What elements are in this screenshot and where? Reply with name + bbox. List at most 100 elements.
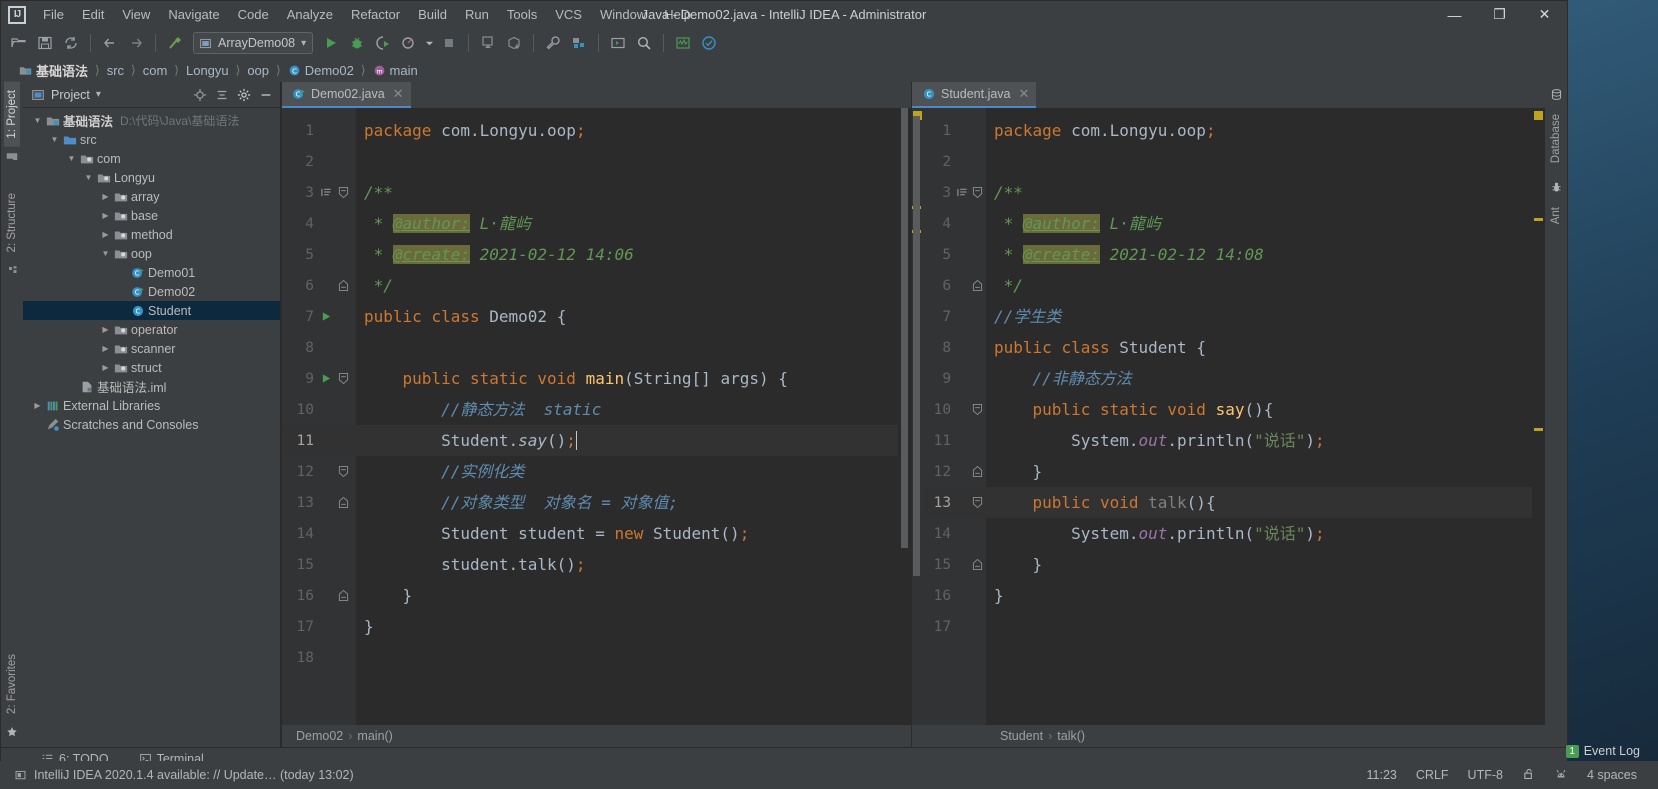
editor-scrollbar-right[interactable] (913, 116, 920, 576)
code-text-left[interactable]: package com.Longyu.oop; /** * @author: L… (356, 108, 898, 725)
breadcrumb-method-left[interactable]: main() (357, 729, 392, 743)
chevron-down-icon[interactable]: ▼ (48, 135, 61, 144)
close-icon[interactable]: ✕ (393, 86, 404, 102)
code-line[interactable]: //实例化类 (356, 456, 898, 487)
code-text-right[interactable]: package com.Longyu.oop; /** * @author: L… (986, 108, 1532, 725)
gutter-line[interactable]: 11 (282, 425, 356, 456)
tree-node-scanner[interactable]: ▶ scanner (23, 339, 280, 358)
breadcrumb-method-right[interactable]: talk() (1057, 729, 1085, 743)
gutter-left[interactable]: 1 2 3 4 5 6 7 8 9 10 11 12 13 14 15 16 17 18 (282, 108, 356, 725)
editor-scrollbar-left[interactable] (901, 108, 908, 548)
tree-node-base[interactable]: ▶ base (23, 206, 280, 225)
tree-node-longyu[interactable]: ▼ Longyu (23, 168, 280, 187)
code-line[interactable]: System.out.println("说话"); (986, 425, 1532, 456)
unlocked-padlock-icon[interactable] (1519, 766, 1538, 785)
fold-end-icon[interactable] (970, 558, 986, 571)
chevron-right-icon[interactable]: ▶ (99, 230, 112, 239)
code-line[interactable]: * @create: 2021-02-12 14:08 (986, 239, 1532, 270)
breadcrumb-com[interactable]: com (139, 62, 172, 79)
code-line[interactable]: */ (986, 270, 1532, 301)
sidebar-item-favorites[interactable]: 2: Favorites (4, 646, 20, 722)
minimize-button[interactable]: — (1432, 1, 1477, 28)
gutter-line[interactable]: 2 (282, 146, 356, 177)
fold-start-icon[interactable] (970, 186, 986, 199)
gutter-line[interactable]: 4 (282, 208, 356, 239)
tree-node-scratches-and-consoles[interactable]: Scratches and Consoles (23, 415, 280, 434)
menu-file[interactable]: File (34, 3, 73, 26)
tree-node-operator[interactable]: ▶ operator (23, 320, 280, 339)
fold-start-icon[interactable] (970, 403, 986, 416)
code-line[interactable]: /** (986, 177, 1532, 208)
event-log-indicator[interactable]: 1 Event Log (1565, 741, 1640, 761)
gutter-line[interactable]: 10 (282, 394, 356, 425)
menu-help[interactable]: Help (655, 3, 700, 26)
run-configuration-selector[interactable]: ArrayDemo08 ▾ (193, 32, 314, 54)
fold-start-icon[interactable] (334, 465, 352, 478)
gutter-line[interactable]: 13 (282, 487, 356, 518)
sync-icon[interactable] (59, 31, 83, 55)
chevron-down-icon[interactable]: ▾ (96, 89, 101, 100)
gutter-line[interactable]: 15 (922, 549, 986, 580)
tree-node-oop[interactable]: ▼ oop (23, 244, 280, 263)
run-icon[interactable] (319, 31, 343, 55)
tree-node-[interactable]: ▼ 基础语法 D:\代码\Java\基础语法 (23, 111, 280, 130)
close-icon[interactable]: ✕ (1019, 86, 1030, 102)
tree-node-struct[interactable]: ▶ struct (23, 358, 280, 377)
tree-node-iml[interactable]: 基础语法.iml (23, 377, 280, 396)
search-icon[interactable] (632, 31, 656, 55)
project-structure-icon[interactable] (567, 31, 591, 55)
save-all-icon[interactable] (33, 31, 57, 55)
activity-monitor-icon[interactable] (671, 31, 695, 55)
maximize-button[interactable]: ❐ (1477, 1, 1522, 28)
gutter-line[interactable]: 3 (922, 177, 986, 208)
code-line[interactable]: } (986, 549, 1532, 580)
sidebar-item-structure[interactable]: 2: Structure (4, 185, 20, 260)
commit-icon[interactable] (502, 31, 526, 55)
breadcrumb-longyu[interactable]: Longyu (182, 62, 233, 79)
gutter-line[interactable]: 3 (282, 177, 356, 208)
chevron-right-icon[interactable]: ▶ (31, 401, 44, 410)
menu-view[interactable]: View (113, 3, 159, 26)
code-line[interactable] (356, 642, 898, 673)
marker-column-left[interactable] (898, 108, 911, 725)
menu-edit[interactable]: Edit (73, 3, 113, 26)
breadcrumb-method[interactable]: m main (369, 62, 422, 79)
fold-end-icon[interactable] (334, 496, 352, 509)
run-gutter-icon[interactable] (318, 373, 334, 384)
settings-wrench-icon[interactable] (541, 31, 565, 55)
run-coverage-icon[interactable] (371, 31, 395, 55)
hide-panel-icon[interactable] (256, 85, 276, 105)
tree-node-demo02[interactable]: C Demo02 (23, 282, 280, 301)
gutter-line[interactable]: 8 (922, 332, 986, 363)
fold-start-icon[interactable] (970, 496, 986, 509)
profiler-icon[interactable] (397, 31, 421, 55)
fold-end-icon[interactable] (334, 589, 352, 602)
fold-start-icon[interactable] (334, 186, 352, 199)
back-arrow-icon[interactable] (98, 31, 122, 55)
update-project-icon[interactable] (476, 31, 500, 55)
breadcrumb-oop[interactable]: oop (243, 62, 273, 79)
tree-node-demo01[interactable]: C Demo01 (23, 263, 280, 282)
gutter-line[interactable]: 17 (922, 611, 986, 642)
code-line[interactable]: public static void say(){ (986, 394, 1532, 425)
chevron-right-icon[interactable]: ▶ (99, 325, 112, 334)
chevron-down-icon[interactable]: ▼ (99, 249, 112, 258)
menu-navigate[interactable]: Navigate (159, 3, 228, 26)
gutter-line[interactable]: 14 (282, 518, 356, 549)
gutter-line[interactable]: 14 (922, 518, 986, 549)
menu-analyze[interactable]: Analyze (278, 3, 342, 26)
fold-end-icon[interactable] (970, 465, 986, 478)
gutter-line[interactable]: 11 (922, 425, 986, 456)
tree-node-method[interactable]: ▶ method (23, 225, 280, 244)
fold-start-icon[interactable] (334, 372, 352, 385)
chevron-down-icon[interactable]: ▼ (65, 154, 78, 163)
gutter-line[interactable]: 9 (282, 363, 356, 394)
close-button[interactable]: ✕ (1522, 1, 1567, 28)
fold-end-icon[interactable] (334, 279, 352, 292)
gutter-line[interactable]: 15 (282, 549, 356, 580)
tree-node-com[interactable]: ▼ com (23, 149, 280, 168)
menu-code[interactable]: Code (229, 3, 278, 26)
breadcrumb-module[interactable]: 基础语法 (15, 60, 92, 81)
forward-arrow-icon[interactable] (124, 31, 148, 55)
code-line[interactable]: * @create: 2021-02-12 14:06 (356, 239, 898, 270)
